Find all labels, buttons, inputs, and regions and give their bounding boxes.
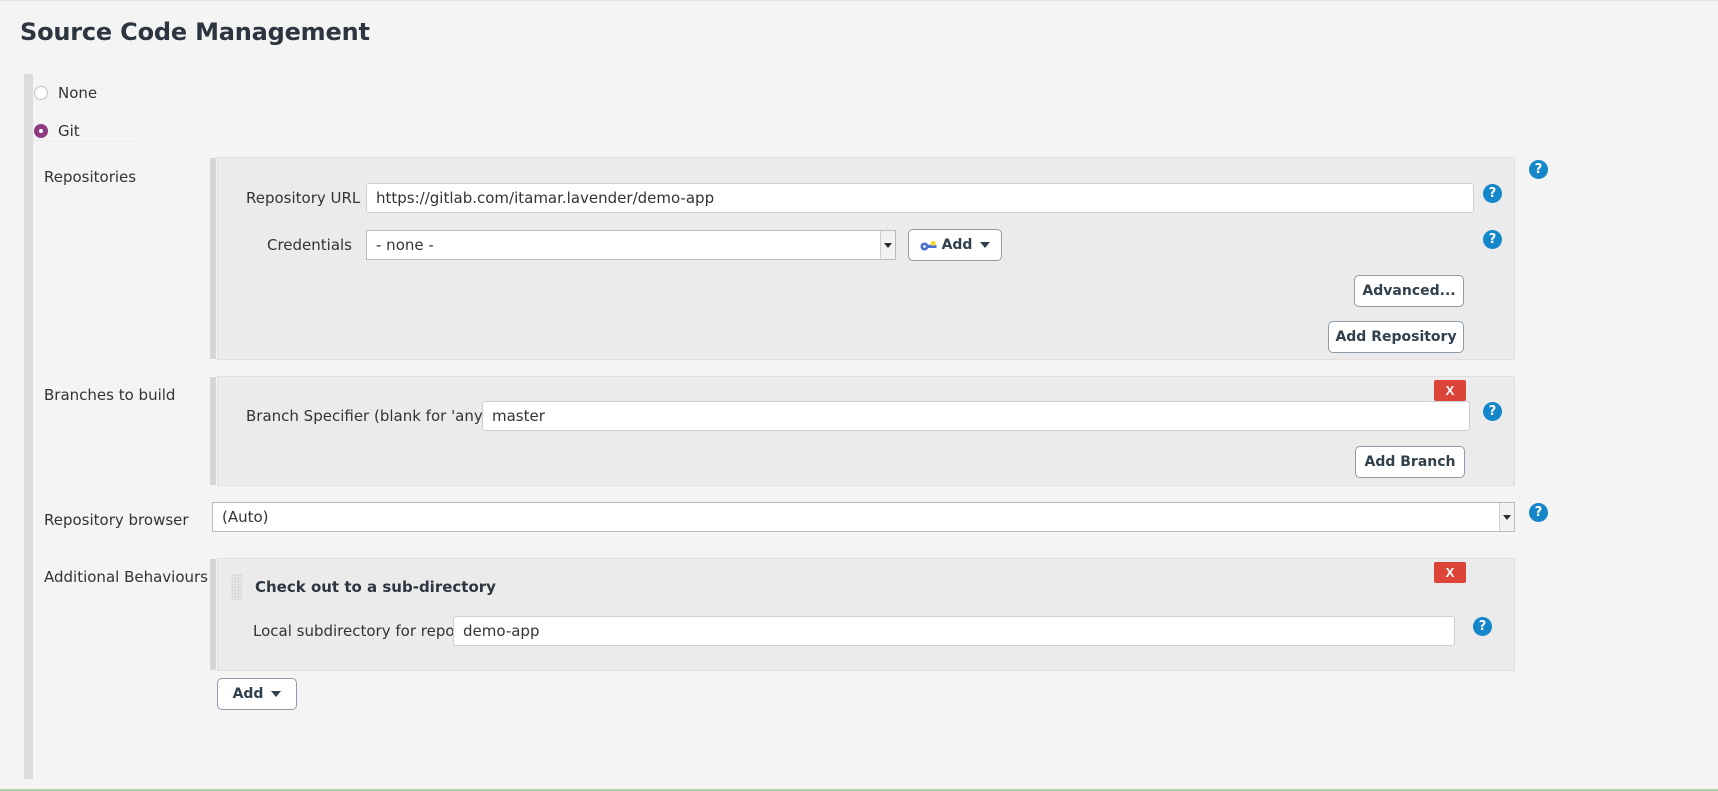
credentials-select[interactable]: - none - [366, 230, 896, 260]
delete-behaviour-button[interactable]: X [1434, 562, 1466, 583]
behaviour-title: Check out to a sub-directory [255, 578, 496, 596]
radio-git-icon[interactable] [34, 124, 48, 138]
advanced-button[interactable]: Advanced... [1354, 275, 1464, 307]
additional-behaviours-label: Additional Behaviours [44, 568, 208, 586]
scm-option-none-label: None [58, 84, 98, 102]
local-subdirectory-label: Local subdirectory for repo [253, 622, 455, 640]
add-repository-button-label: Add Repository [1335, 329, 1457, 345]
credentials-row: Credentials - none - Add [246, 229, 1496, 261]
local-subdirectory-help-icon[interactable]: ? [1473, 617, 1492, 636]
branches-label: Branches to build [44, 386, 176, 404]
repository-url-label: Repository URL [246, 189, 361, 207]
add-repository-button[interactable]: Add Repository [1328, 321, 1464, 353]
advanced-button-label: Advanced... [1362, 283, 1456, 299]
branch-specifier-row: Branch Specifier (blank for 'any') maste… [246, 401, 1496, 431]
add-branch-button-label: Add Branch [1364, 454, 1456, 470]
behaviour-header: Check out to a sub-directory [231, 574, 496, 600]
radio-none-icon[interactable] [34, 86, 48, 100]
key-icon [920, 238, 938, 252]
add-behaviour-button[interactable]: Add [217, 678, 297, 710]
repository-url-row: Repository URL https://gitlab.com/itamar… [246, 183, 1496, 213]
repositories-section-help-icon[interactable]: ? [1529, 160, 1548, 179]
chevron-down-icon [980, 242, 991, 248]
local-subdirectory-row: Local subdirectory for repo demo-app [253, 616, 1503, 646]
branches-panel [210, 376, 1515, 486]
credentials-select-value: - none - [376, 236, 434, 254]
chevron-down-icon[interactable] [880, 231, 895, 259]
repository-url-help-icon[interactable]: ? [1483, 184, 1502, 203]
credentials-label: Credentials [266, 236, 352, 254]
repository-browser-select-value: (Auto) [222, 508, 269, 526]
local-subdirectory-input[interactable]: demo-app [453, 616, 1455, 646]
branch-specifier-label: Branch Specifier (blank for 'any') [246, 407, 493, 425]
add-behaviour-button-label: Add [232, 686, 264, 702]
page-title: Source Code Management [20, 18, 370, 46]
branch-specifier-input[interactable]: master [482, 401, 1470, 431]
radio-block-indent-bar [24, 74, 33, 779]
drag-handle-icon[interactable] [231, 574, 242, 600]
behaviour-panel-bar [210, 559, 216, 670]
top-divider [0, 0, 1718, 1]
repository-browser-select[interactable]: (Auto) [212, 502, 1515, 532]
repository-url-input[interactable]: https://gitlab.com/itamar.lavender/demo-… [366, 183, 1474, 213]
repository-browser-label: Repository browser [44, 511, 189, 529]
add-branch-button[interactable]: Add Branch [1355, 446, 1465, 478]
scm-option-git-label: Git [58, 122, 80, 140]
chevron-down-icon[interactable] [1499, 503, 1514, 531]
add-credentials-button[interactable]: Add [908, 229, 1002, 261]
credentials-help-icon[interactable]: ? [1483, 230, 1502, 249]
add-credentials-label: Add [941, 237, 973, 253]
scm-configuration-page: Source Code Management None Git Reposito… [0, 0, 1718, 791]
repositories-label: Repositories [44, 168, 137, 186]
scm-option-none[interactable]: None [24, 74, 1718, 112]
branches-panel-bar [210, 377, 216, 485]
repository-browser-help-icon[interactable]: ? [1529, 503, 1548, 522]
delete-branch-button[interactable]: X [1434, 380, 1466, 401]
branch-specifier-help-icon[interactable]: ? [1483, 402, 1502, 421]
repositories-panel-bar [210, 158, 216, 359]
scm-radio-group: None Git [24, 74, 1718, 150]
chevron-down-icon [271, 691, 282, 697]
